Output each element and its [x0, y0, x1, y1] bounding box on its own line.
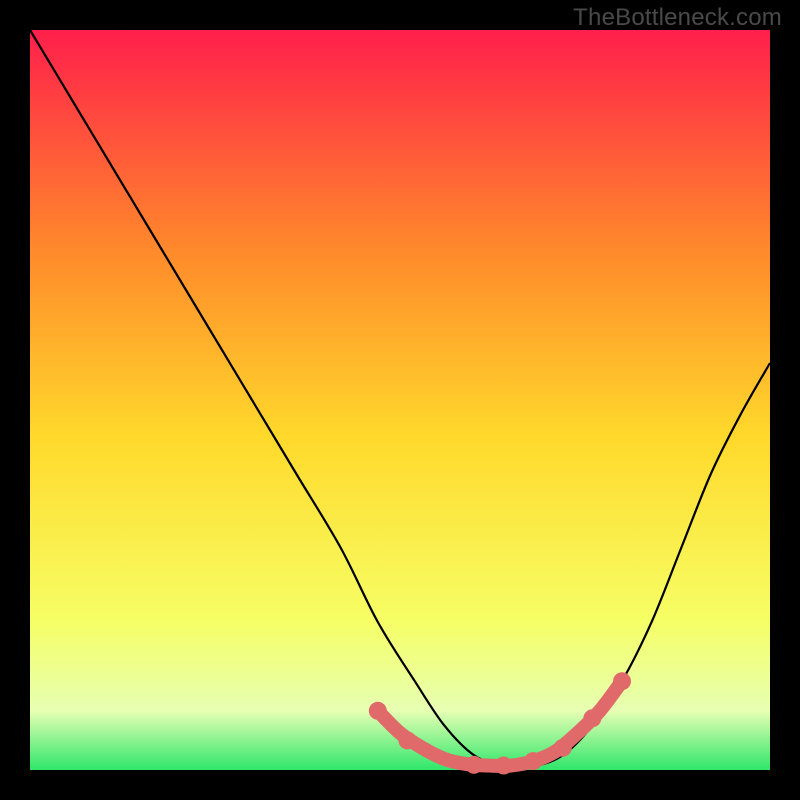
bottleneck-plot [0, 0, 800, 800]
optimal-range-dot [524, 752, 542, 770]
optimal-range-dot [369, 702, 387, 720]
chart-container: TheBottleneck.com [0, 0, 800, 800]
optimal-range-dot [465, 756, 483, 774]
optimal-range-dot [583, 709, 601, 727]
optimal-range-dot [613, 672, 631, 690]
optimal-range-dot [554, 739, 572, 757]
optimal-range-dot [495, 757, 513, 775]
watermark-text: TheBottleneck.com [573, 4, 782, 32]
optimal-range-dot [398, 731, 416, 749]
